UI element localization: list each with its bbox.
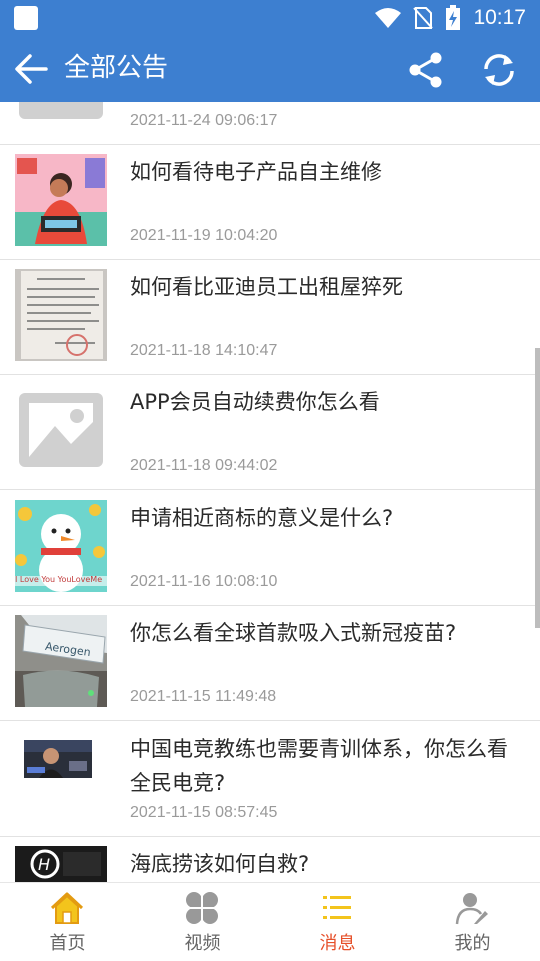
item-thumbnail xyxy=(15,269,107,361)
scrollbar[interactable] xyxy=(535,348,540,628)
refresh-icon[interactable] xyxy=(478,49,520,91)
item-thumbnail: I Love You YouLoveMe xyxy=(15,500,107,592)
item-date: 2021-11-18 09:44:02 xyxy=(130,457,278,474)
tab-home[interactable]: 首页 xyxy=(0,883,135,961)
tab-messages[interactable]: 消息 xyxy=(270,883,405,961)
list-item[interactable]: H 海底捞该如何自救? xyxy=(0,837,540,882)
item-title: 你怎么看全球首款吸入式新冠疫苗? xyxy=(130,621,457,645)
share-icon[interactable] xyxy=(406,50,446,90)
list-item[interactable]: Aerogen 你怎么看全球首款吸入式新冠疫苗? 2021-11-15 11:4… xyxy=(0,606,540,721)
placeholder-image-icon xyxy=(15,102,107,131)
item-title: 如何看待电子产品自主维修 xyxy=(130,160,382,184)
item-date: 2021-11-18 14:10:47 xyxy=(130,342,278,359)
item-thumbnail: Aerogen xyxy=(15,615,107,707)
tab-label: 我的 xyxy=(454,933,491,954)
notification-icon xyxy=(14,6,38,30)
list-icon xyxy=(323,896,351,919)
tab-video[interactable]: 视频 xyxy=(135,883,270,961)
list-item[interactable]: 2021-11-24 09:06:17 xyxy=(0,102,540,145)
clover-icon xyxy=(186,892,218,924)
page-title: 全部公告 xyxy=(64,53,169,83)
tab-profile[interactable]: 我的 xyxy=(405,883,540,961)
item-thumbnail xyxy=(15,154,107,246)
home-icon xyxy=(50,892,84,924)
item-date: 2021-11-15 08:57:45 xyxy=(130,804,278,821)
item-title: 海底捞该如何自救? xyxy=(130,852,310,876)
app-bar: 全部公告 xyxy=(0,36,540,102)
item-date: 2021-11-24 09:06:17 xyxy=(130,112,278,129)
tab-label: 首页 xyxy=(49,933,86,954)
list-item[interactable]: 中国电竞教练也需要青训体系，你怎么看全民电竞? 2021-11-15 08:57… xyxy=(0,722,540,837)
status-bar: 10:17 xyxy=(0,0,540,36)
item-title: 中国电竞教练也需要青训体系，你怎么看全民电竞? xyxy=(130,737,508,795)
item-thumbnail: H xyxy=(15,846,107,882)
item-thumbnail xyxy=(15,731,107,823)
list-item[interactable]: 如何看待电子产品自主维修 2021-11-19 10:04:20 xyxy=(0,145,540,260)
item-date: 2021-11-19 10:04:20 xyxy=(130,227,278,244)
battery-icon xyxy=(446,5,461,30)
announcement-list[interactable]: 2021-11-24 09:06:17 如何看待电子产品自主维修 2021-11… xyxy=(0,102,540,882)
no-sim-icon xyxy=(413,7,434,29)
list-item[interactable]: 如何看比亚迪员工出租屋猝死 2021-11-18 14:10:47 xyxy=(0,260,540,375)
item-date: 2021-11-15 11:49:48 xyxy=(130,688,277,705)
placeholder-image-icon xyxy=(15,384,107,476)
back-arrow-icon[interactable] xyxy=(12,50,50,88)
list-item[interactable]: I Love You YouLoveMe 申请相近商标的意义是什么? 2021-… xyxy=(0,491,540,606)
list-item[interactable]: APP会员自动续费你怎么看 2021-11-18 09:44:02 xyxy=(0,375,540,490)
tab-label: 视频 xyxy=(184,933,221,954)
item-title: APP会员自动续费你怎么看 xyxy=(130,390,380,414)
item-title: 如何看比亚迪员工出租屋猝死 xyxy=(130,275,403,299)
item-date: 2021-11-16 10:08:10 xyxy=(130,573,278,590)
user-icon xyxy=(455,893,488,925)
wifi-icon xyxy=(375,8,402,28)
status-time: 10:17 xyxy=(473,6,526,29)
item-title: 申请相近商标的意义是什么? xyxy=(130,506,394,530)
thumbnail-caption: I Love You YouLoveMe xyxy=(15,575,103,584)
tab-label: 消息 xyxy=(319,933,356,954)
bottom-tab-bar: 首页 视频 消息 我的 xyxy=(0,882,540,961)
svg-text:H: H xyxy=(38,855,50,874)
